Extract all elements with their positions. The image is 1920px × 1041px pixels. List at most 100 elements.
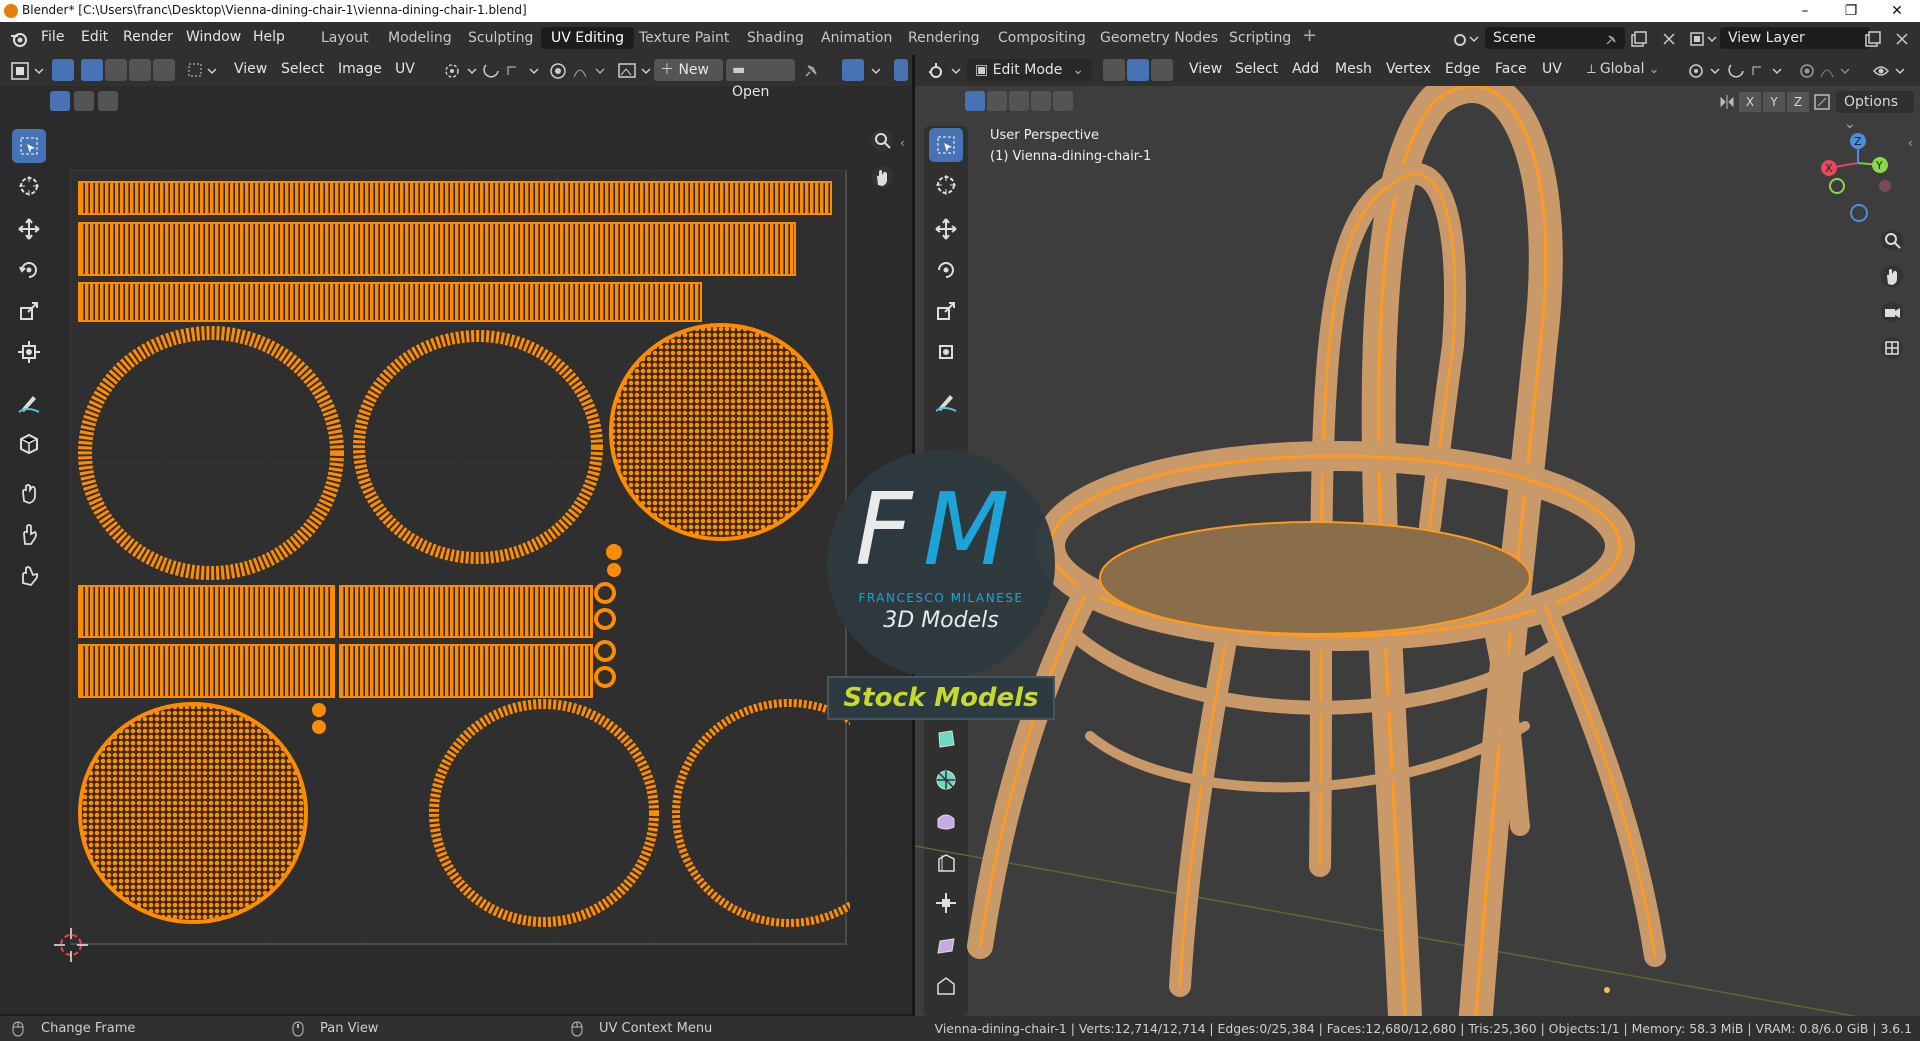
- snap-icon[interactable]: [482, 61, 542, 81]
- uv-zoom-icon[interactable]: [870, 128, 896, 154]
- menu-window[interactable]: Window: [186, 29, 241, 45]
- delete-scene-icon[interactable]: [1660, 30, 1678, 48]
- camera-view-icon[interactable]: [1880, 300, 1906, 326]
- face-select-icon[interactable]: [129, 59, 151, 81]
- select-new-icon[interactable]: [50, 91, 70, 111]
- new-scene-icon[interactable]: [1630, 30, 1648, 48]
- transform-orientation-selector[interactable]: ⟂ Global ⌄: [1587, 61, 1687, 81]
- watermark-name: FRANCESCO MILANESE: [858, 591, 1024, 605]
- move-tool[interactable]: [12, 212, 46, 246]
- tab-animation[interactable]: Animation: [811, 27, 902, 49]
- chair-mesh-view[interactable]: [915, 86, 1920, 1016]
- grab-tool[interactable]: [12, 476, 46, 510]
- cursor-tool[interactable]: [12, 169, 46, 203]
- uv-menu-select[interactable]: Select: [281, 61, 324, 77]
- menu-edit[interactable]: Edit: [81, 29, 108, 45]
- vp-menu-edge[interactable]: Edge: [1445, 61, 1480, 77]
- viewport-editor-type-icon[interactable]: [927, 61, 963, 81]
- rip-region-tool[interactable]: [12, 426, 46, 460]
- vp-menu-uv[interactable]: UV: [1542, 61, 1562, 77]
- face-mode-icon[interactable]: [1151, 59, 1173, 81]
- overlay-toggle-icon[interactable]: [894, 59, 908, 81]
- pinch-tool[interactable]: [12, 558, 46, 592]
- sticky-selection-icon[interactable]: [186, 61, 218, 81]
- vp-pivot-icon[interactable]: [1687, 61, 1723, 81]
- annotate-tool[interactable]: [12, 385, 46, 419]
- editor-type-icon[interactable]: [10, 61, 46, 81]
- new-image-button[interactable]: ＋ New: [654, 59, 723, 81]
- new-view-layer-icon[interactable]: [1864, 30, 1882, 48]
- vp-visibility-icon[interactable]: [1872, 61, 1912, 81]
- select-subtract-icon[interactable]: [98, 91, 118, 111]
- window-title: Blender* [C:\Users\franc\Desktop\Vienna-…: [22, 3, 527, 17]
- uv-menu-view[interactable]: View: [234, 61, 267, 77]
- scale-tool[interactable]: [12, 294, 46, 328]
- tab-rendering[interactable]: Rendering: [898, 27, 990, 49]
- perspective-toggle-icon[interactable]: [1880, 336, 1906, 362]
- edge-select-icon[interactable]: [105, 59, 127, 81]
- proportional-editing-icon[interactable]: [548, 61, 608, 81]
- vp-menu-view[interactable]: View: [1189, 61, 1222, 77]
- tab-scripting[interactable]: Scripting: [1219, 27, 1301, 49]
- vertex-mode-icon[interactable]: [1103, 59, 1125, 81]
- vp-pan-icon[interactable]: [1880, 264, 1906, 290]
- vp-menu-select[interactable]: Select: [1235, 61, 1278, 77]
- view-layer-selector-icon[interactable]: [1689, 30, 1719, 48]
- pivot-point-icon[interactable]: [442, 61, 478, 81]
- vp-menu-mesh[interactable]: Mesh: [1335, 61, 1372, 77]
- close-button[interactable]: ✕: [1874, 0, 1920, 22]
- gizmo-dropdown-icon[interactable]: [868, 61, 888, 81]
- tab-shading[interactable]: Shading: [737, 27, 814, 49]
- delete-view-layer-icon[interactable]: [1893, 30, 1911, 48]
- watermark-logo: F M FRANCESCO MILANESE 3D Models: [827, 450, 1055, 678]
- 3d-cursor-icon: [1604, 987, 1610, 993]
- scene-selector-icon[interactable]: [1452, 30, 1482, 48]
- open-image-button[interactable]: ▬ Open: [726, 59, 795, 100]
- vp-sidebar-toggle-icon[interactable]: ‹: [1908, 136, 1913, 150]
- vp-proportional-icon[interactable]: [1797, 61, 1857, 81]
- sidebar-toggle-icon[interactable]: ‹: [900, 136, 905, 150]
- uv-menu-image[interactable]: Image: [338, 61, 382, 77]
- browse-image-icon[interactable]: [617, 61, 653, 81]
- vp-menu-add[interactable]: Add: [1292, 61, 1319, 77]
- uv-sync-selection-icon[interactable]: [52, 59, 74, 81]
- blender-menu-icon[interactable]: [10, 30, 28, 48]
- relax-tool[interactable]: [12, 517, 46, 551]
- tab-modeling[interactable]: Modeling: [378, 27, 462, 49]
- uv-menu-uv[interactable]: UV: [395, 61, 415, 77]
- pin-scene-icon[interactable]: [1604, 33, 1618, 47]
- tab-compositing[interactable]: Compositing: [988, 27, 1096, 49]
- island-select-icon[interactable]: [153, 59, 175, 81]
- tab-uv-editing[interactable]: UV Editing: [541, 27, 635, 49]
- minimize-button[interactable]: –: [1782, 0, 1828, 22]
- add-workspace-icon[interactable]: +: [1302, 25, 1317, 46]
- view-layer-field[interactable]: View Layer: [1720, 27, 1870, 49]
- rotate-tool[interactable]: [12, 253, 46, 287]
- tab-sculpting[interactable]: Sculpting: [458, 27, 543, 49]
- watermark-banner: Stock Models: [827, 676, 1055, 720]
- select-extend-icon[interactable]: [74, 91, 94, 111]
- restore-button[interactable]: ❐: [1828, 0, 1874, 22]
- pin-image-icon[interactable]: [802, 62, 820, 80]
- chevron-down-icon: ⌄: [1072, 62, 1084, 78]
- menu-help[interactable]: Help: [253, 29, 285, 45]
- mode-selector[interactable]: ▣ Edit Mode ⌄: [967, 59, 1092, 81]
- uv-canvas[interactable]: [70, 170, 850, 946]
- uv-pan-icon[interactable]: [870, 165, 896, 191]
- navigation-gizmo[interactable]: X Y Z: [1815, 128, 1895, 223]
- menu-render[interactable]: Render: [123, 29, 173, 45]
- select-box-tool[interactable]: [12, 129, 46, 163]
- uv-2d-cursor-icon[interactable]: [54, 928, 88, 962]
- tab-texture-paint[interactable]: Texture Paint: [629, 27, 739, 49]
- edge-mode-icon[interactable]: [1127, 59, 1149, 81]
- transform-tool[interactable]: [12, 335, 46, 369]
- vp-snap-icon[interactable]: [1727, 61, 1787, 81]
- uv-sculpt-icon[interactable]: [842, 59, 864, 81]
- vp-zoom-icon[interactable]: [1880, 228, 1906, 254]
- vp-menu-vertex[interactable]: Vertex: [1386, 61, 1431, 77]
- vertex-select-icon[interactable]: [81, 59, 103, 81]
- vp-menu-face[interactable]: Face: [1495, 61, 1527, 77]
- menu-file[interactable]: File: [41, 29, 64, 45]
- tab-layout[interactable]: Layout: [311, 27, 379, 49]
- tab-geometry-nodes[interactable]: Geometry Nodes: [1090, 27, 1228, 49]
